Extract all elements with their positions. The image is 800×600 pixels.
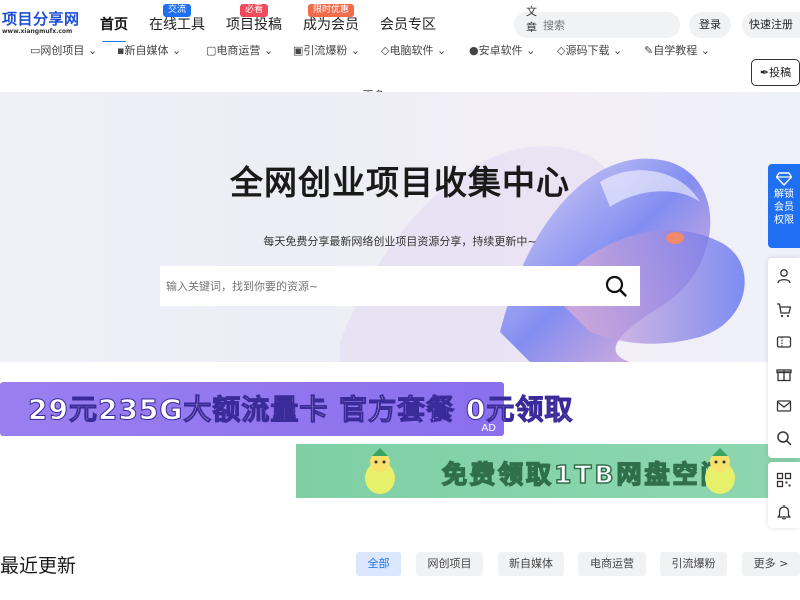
category-bar: ▭网创项目 ⌄ ▪新自媒体 ⌄ ▢电商运营 ⌄ ▣引流爆粉 ⌄ ◇电脑软件 ⌄ … (0, 42, 800, 102)
hero-title: 全网创业项目收集中心 (230, 163, 570, 202)
nav-badge: 限时优惠 (307, 4, 355, 17)
cloud-disk-banner-text: 免费领取1TB网盘空间 (441, 459, 729, 490)
category-label: 引流爆粉 (303, 44, 348, 57)
tab-traffic[interactable]: 引流爆粉 (660, 552, 727, 576)
category-item[interactable]: ◇电脑软件 ⌄ (381, 42, 446, 60)
nav-badge: 交流 (162, 4, 192, 17)
header-search-input[interactable] (543, 18, 688, 32)
search-icon[interactable] (604, 274, 628, 298)
nav-item-label: 会员专区 (380, 17, 436, 33)
cloud-disk-banner[interactable]: 免费领取1TB网盘空间 (296, 444, 800, 498)
category-item[interactable]: ◇源码下载 ⌄ (557, 42, 622, 60)
category-item[interactable]: ▢电商运营 ⌄ (206, 42, 273, 60)
mail-icon[interactable] (776, 398, 792, 414)
cart-icon[interactable] (776, 302, 792, 318)
category-label: 新自媒体 (124, 44, 169, 57)
gift-icon[interactable] (776, 366, 792, 382)
category-label: 电商运营 (216, 44, 261, 57)
site-logo[interactable]: 项目分享网 www.xiangmufx.com (2, 10, 82, 38)
logo-url: www.xiangmufx.com (2, 28, 73, 35)
category-label: 安卓软件 (478, 44, 523, 57)
flow-card-banner[interactable]: 29元235G大额流量卡 官方套餐 0元领取 AD (0, 382, 573, 436)
logo-text: 项目分享网 (2, 10, 80, 28)
category-label: 电脑软件 (389, 44, 434, 57)
category-item[interactable]: ●安卓软件 ⌄ (469, 42, 535, 60)
ad-label: AD (481, 423, 496, 434)
category-icon: ● (469, 44, 479, 57)
post-button[interactable]: ✒投稿 (751, 59, 800, 86)
category-icon: ▢ (206, 44, 217, 57)
header-search: 文章 ⌄ (514, 5, 688, 47)
unlock-vip-label: 解锁会员权限 (774, 189, 794, 226)
category-item[interactable]: ▣引流爆粉 ⌄ (293, 42, 360, 60)
bell-icon[interactable] (776, 504, 792, 520)
feather-icon: ✒ (759, 66, 770, 79)
post-button-label: 投稿 (769, 66, 792, 79)
register-button[interactable]: 快速注册 (742, 12, 800, 38)
search-type-label: 文章 (526, 4, 537, 34)
unlock-vip-button[interactable]: 解锁会员权限 (768, 164, 800, 248)
latest-section-title: 最近更新 (0, 555, 77, 577)
category-item[interactable]: ✎自学教程 ⌄ (644, 42, 710, 60)
hero-ribbon-graphic (340, 146, 745, 362)
coupon-icon[interactable] (776, 334, 792, 350)
hero-section: 全网创业项目收集中心 每天免费分享最新网络创业项目资源分享，持续更新中~ (0, 92, 800, 362)
mascot-icon (365, 448, 395, 494)
tab-all[interactable]: 全部 (356, 552, 401, 576)
user-icon[interactable] (776, 268, 792, 284)
search-type-select[interactable]: 文章 ⌄ (526, 3, 537, 48)
category-label: 自学教程 (653, 44, 698, 57)
nav-item-label: 首页 (100, 17, 128, 33)
hero-search-input[interactable] (166, 279, 604, 293)
hero-subtitle: 每天免费分享最新网络创业项目资源分享，持续更新中~ (263, 235, 537, 248)
floating-toolbar-secondary (768, 462, 800, 528)
category-icon: ▣ (293, 44, 304, 57)
search-icon[interactable] (776, 430, 792, 446)
category-label: 源码下载 (565, 44, 610, 57)
category-icon: ✎ (644, 44, 654, 57)
diamond-icon (776, 172, 792, 186)
nav-badge: 必看 (239, 4, 269, 17)
nav-item-label: 在线工具 (149, 17, 205, 33)
category-item[interactable]: ▭网创项目 ⌄ (30, 42, 97, 60)
category-label: 网创项目 (40, 44, 85, 57)
category-item[interactable]: ▪新自媒体 ⌄ (117, 42, 181, 60)
hero-search (160, 266, 640, 306)
tab-ecommerce[interactable]: 电商运营 (578, 552, 646, 576)
login-button[interactable]: 登录 (689, 12, 731, 38)
nav-item-label: 项目投稿 (226, 17, 282, 33)
tab-more[interactable]: 更多 > (742, 552, 800, 576)
tab-online-biz[interactable]: 网创项目 (416, 552, 483, 576)
mascot-icon (705, 448, 735, 494)
flow-card-banner-text: 29元235G大额流量卡 官方套餐 0元领取 (27, 393, 574, 427)
qrcode-icon[interactable] (776, 472, 792, 488)
tab-self-media[interactable]: 新自媒体 (498, 552, 564, 576)
category-icon: ▭ (30, 44, 41, 57)
nav-item-label: 成为会员 (303, 17, 359, 33)
floating-toolbar (768, 258, 800, 458)
